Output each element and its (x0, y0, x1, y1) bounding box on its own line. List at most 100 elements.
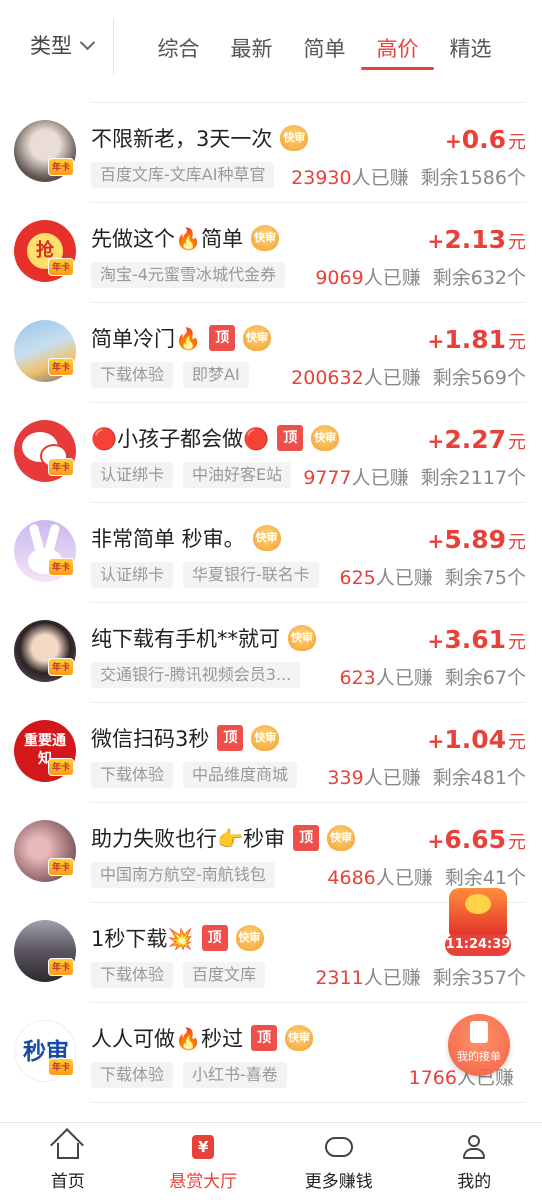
earned-count: 9069 (315, 267, 364, 289)
task-tag: 认证绑卡 (91, 462, 174, 488)
countdown-timer: 11:24:39 (445, 934, 511, 956)
pinned-badge: 顶 (251, 1025, 278, 1051)
fast-review-badge: 快审 (252, 525, 281, 551)
task-title-text: 🔴小孩子都会做🔴 (91, 427, 270, 451)
reward-amount: +5.89 元 (427, 525, 526, 554)
tab-latest[interactable]: 最新 (215, 0, 288, 88)
task-tags: 下载体验 百度文库 (91, 962, 275, 988)
sort-tabs: 综合 最新 简单 高价 精选 (142, 0, 507, 88)
fast-review-badge: 快审 (285, 1025, 314, 1051)
task-row[interactable]: 年卡 非常简单 秒审。 快审 +5.89 元认证绑卡 华夏银行-联名卡 625人已赚 剩余75… (0, 503, 542, 603)
type-filter-dropdown[interactable]: 类型 (30, 30, 96, 60)
task-row[interactable]: 年卡 纯下载有手机**就可 快审 +3.61 元交通银行-腾讯视频会员3... 623人已… (0, 603, 542, 703)
remaining-count: 1586 (458, 167, 507, 189)
my-orders-label: 我的接单 (457, 1050, 501, 1063)
remaining-count: 632 (470, 267, 507, 289)
earned-count: 9777 (303, 467, 352, 489)
task-tag: 即梦AI (183, 362, 249, 388)
annual-card-badge: 年卡 (48, 258, 74, 276)
task-title-text: 不限新老，3天一次 (91, 127, 273, 151)
bottom-nav: 首页 ¥ 悬赏大厅 更多赚钱 我的 (0, 1122, 542, 1200)
pinned-badge: 顶 (209, 325, 236, 351)
nav-reward-hall-label: 悬赏大厅 (169, 1172, 238, 1192)
fast-review-badge: 快审 (280, 125, 309, 151)
remaining-count: 357 (470, 967, 507, 989)
reward-amount: +1.81 元 (427, 325, 526, 354)
red-envelope-timer[interactable]: 11:24:39 (443, 888, 513, 958)
fast-review-badge: 快审 (243, 325, 272, 351)
fast-review-badge: 快审 (327, 825, 356, 851)
task-title-text: 人人可做🔥秒过 (91, 1027, 244, 1051)
annual-card-badge: 年卡 (48, 958, 74, 976)
reward-unit: 元 (508, 332, 526, 353)
nav-more-earn[interactable]: 更多赚钱 (271, 1123, 407, 1200)
task-row[interactable]: 抢年卡 先做这个🔥简单 快审 +2.13 元淘宝-4元蜜雪冰城代金券 9069人已赚 剩余6… (0, 203, 542, 303)
task-tag: 百度文库 (183, 962, 266, 988)
gamepad-icon (324, 1137, 353, 1157)
reward-unit: 元 (508, 232, 526, 253)
user-icon (461, 1135, 487, 1159)
reward-amount: +2.27 元 (427, 425, 526, 454)
reward-value: 1.04 (444, 725, 506, 754)
task-tags: 认证绑卡 中油好客E站 (91, 462, 301, 488)
task-title-text: 先做这个🔥简单 (91, 227, 244, 251)
task-tag: 下载体验 (91, 362, 174, 388)
task-title: 助力失败也行👉秒审顶快审 (91, 823, 356, 853)
task-stats: 625人已赚 剩余75个 (339, 567, 527, 589)
nav-reward-hall[interactable]: ¥ 悬赏大厅 (136, 1123, 272, 1200)
reward-unit: 元 (508, 432, 526, 453)
reward-unit: 元 (508, 132, 526, 153)
nav-me-label: 我的 (457, 1172, 492, 1192)
task-tag: 中油好客E站 (183, 462, 292, 488)
task-tag: 下载体验 (91, 962, 174, 988)
reward-unit: 元 (508, 632, 526, 653)
task-tag: 下载体验 (91, 762, 174, 788)
my-orders-button[interactable]: 我的接单 (448, 1014, 510, 1076)
task-tag: 淘宝-4元蜜雪冰城代金券 (91, 262, 285, 288)
chevron-down-icon (79, 34, 96, 50)
task-tag: 百度文库-文库AI种草官 (91, 162, 275, 188)
tab-comprehensive[interactable]: 综合 (142, 0, 215, 88)
reward-amount: +3.61 元 (427, 625, 526, 654)
earned-count: 4686 (327, 867, 376, 889)
task-tag: 下载体验 (91, 1062, 174, 1088)
reward-value: 2.13 (444, 225, 506, 254)
task-stats: 23930人已赚 剩余1586个 (291, 167, 526, 189)
reward-hall-icon: ¥ (192, 1135, 215, 1159)
document-icon (470, 1021, 488, 1043)
task-title: 非常简单 秒审。 快审 (91, 523, 281, 553)
task-title: 简单冷门🔥 顶快审 (91, 323, 272, 353)
nav-home[interactable]: 首页 (0, 1123, 136, 1200)
task-stats: 623人已赚 剩余67个 (339, 667, 527, 689)
reward-amount: +6.65 元 (427, 825, 526, 854)
task-title-text: 助力失败也行👉秒审 (91, 827, 286, 851)
task-row[interactable]: 重要通知 年卡 微信扫码3秒顶快审 +1.04 元下载体验 中品维度商城 339人已赚 剩余4… (0, 703, 542, 803)
task-title: 不限新老，3天一次 快审 (91, 123, 309, 153)
task-row[interactable]: 年卡 简单冷门🔥 顶快审 +1.81 元下载体验 即梦AI 200632人已赚 剩余569个 (0, 303, 542, 403)
reward-value: 2.27 (444, 425, 506, 454)
fast-review-badge: 快审 (251, 225, 280, 251)
tab-simple[interactable]: 简单 (288, 0, 361, 88)
task-title-text: 纯下载有手机**就可 (91, 627, 280, 651)
reward-amount: +1.04 元 (427, 725, 526, 754)
tab-featured[interactable]: 精选 (434, 0, 507, 88)
remaining-count: 41 (482, 867, 507, 889)
task-row[interactable]: 年卡 不限新老，3天一次 快审 +0.6 元百度文库-文库AI种草官 23930人已赚 剩余… (0, 103, 542, 203)
nav-me[interactable]: 我的 (407, 1123, 542, 1200)
reward-value: 3.61 (444, 625, 506, 654)
task-tags: 下载体验 小红书-喜卷 (91, 1062, 297, 1088)
task-title-text: 非常简单 秒审。 (91, 527, 245, 551)
task-title: 🔴小孩子都会做🔴 顶快审 (91, 423, 340, 453)
task-tags: 下载体验 即梦AI (91, 362, 259, 388)
remaining-count: 2117 (458, 467, 507, 489)
task-row[interactable]: 年卡 🔴小孩子都会做🔴 顶快审 +2.27 元认证绑卡 中油好客E站 9777人已赚 剩余21… (0, 403, 542, 503)
task-tags: 下载体验 中品维度商城 (91, 762, 307, 788)
remaining-count: 569 (470, 367, 507, 389)
pinned-badge: 顶 (217, 725, 244, 751)
reward-unit: 元 (508, 732, 526, 753)
task-tag: 中品维度商城 (183, 762, 298, 788)
earned-count: 1766 (408, 1067, 457, 1089)
tab-high-price[interactable]: 高价 (361, 0, 434, 88)
earned-count: 625 (339, 567, 376, 589)
fast-review-badge: 快审 (311, 425, 340, 451)
